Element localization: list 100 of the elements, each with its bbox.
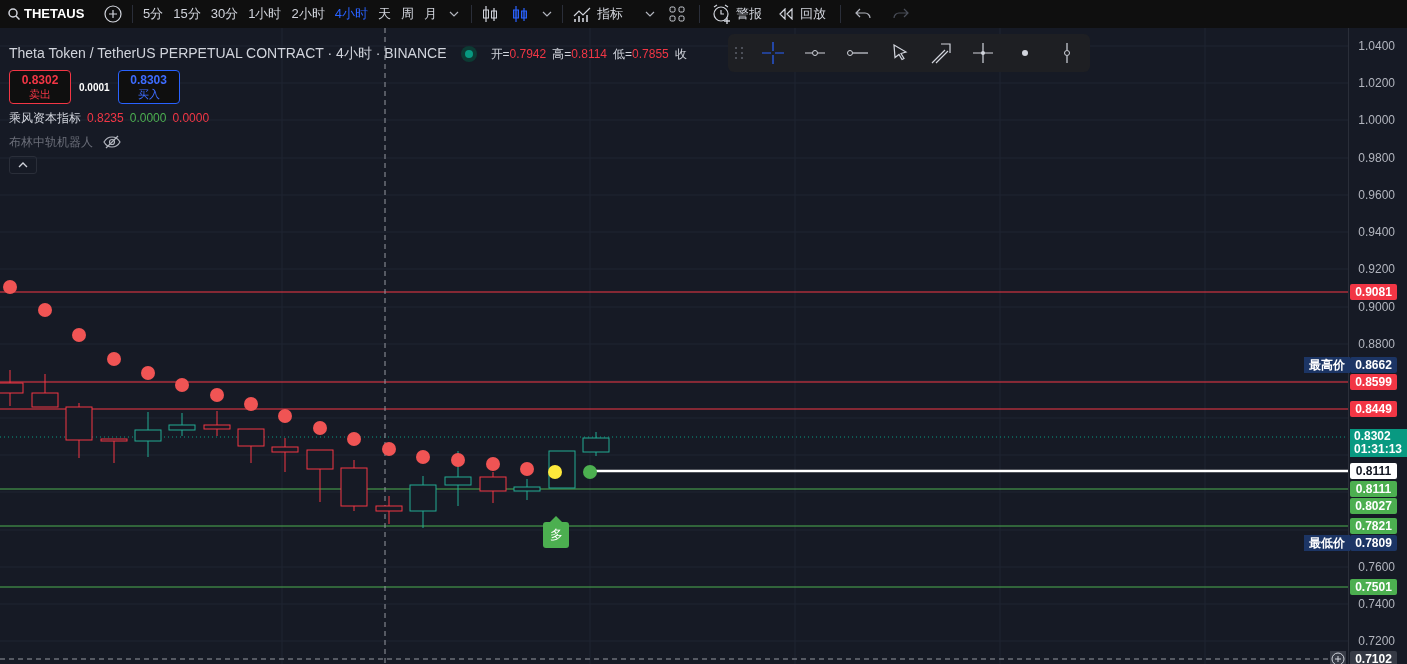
indicator-dot	[141, 366, 155, 380]
candle	[271, 437, 299, 473]
indicator-value: 0.0000	[172, 110, 210, 127]
chevron-down-icon[interactable]	[644, 11, 655, 17]
axis-tick-label: 0.7400	[1358, 597, 1395, 611]
candle	[65, 402, 93, 459]
ohlc-value: 0.7855	[632, 45, 669, 63]
buy-button[interactable]: 0.8303 买入	[117, 70, 180, 104]
indicator-dot	[347, 432, 361, 446]
price-label: 0.9081	[1350, 284, 1397, 300]
axis-tick-label: 0.9600	[1358, 188, 1395, 202]
price-label: 0.8449	[1350, 401, 1397, 417]
ohlc-label: 高=	[552, 45, 572, 63]
interval-tab[interactable]: 周	[400, 4, 414, 24]
eye-off-icon[interactable]	[103, 135, 121, 149]
grid-icon[interactable]	[668, 6, 685, 22]
axis-tick-label: 0.8800	[1358, 337, 1395, 351]
ohlc-value: 0.8114	[571, 45, 608, 63]
axis-tick-label: 0.9400	[1358, 225, 1395, 239]
axis-tick-label: 0.9200	[1358, 262, 1395, 276]
candles-icon[interactable]	[481, 5, 498, 23]
price-label: 0.7102	[1350, 651, 1397, 664]
price-caption: 最高价	[1304, 357, 1350, 373]
interval-tab[interactable]: 1小时	[248, 4, 282, 24]
axis-tick-label: 1.0000	[1358, 113, 1395, 127]
rewind-icon	[777, 8, 794, 20]
indicator-dot	[382, 442, 396, 456]
axis-tick-label: 0.7200	[1358, 634, 1395, 648]
interval-tab[interactable]: 5分	[143, 4, 164, 24]
indicator-dot	[520, 462, 534, 476]
alert-button[interactable]: 警报	[711, 4, 762, 24]
indicator-dot	[175, 378, 189, 392]
price-label: 0.8027	[1350, 498, 1397, 514]
signal-dot	[548, 465, 562, 479]
price-label: 0.8111	[1350, 481, 1397, 497]
interval-tab[interactable]: 15分	[173, 4, 201, 24]
indicator-name[interactable]: 乘风资本指标	[9, 109, 81, 127]
indicators-button[interactable]: 指标	[572, 4, 623, 24]
alarm-clock-icon	[711, 4, 732, 24]
axis-tick-label: 1.0400	[1358, 39, 1395, 53]
chevron-up-icon	[18, 162, 28, 168]
indicator-dot	[416, 450, 430, 464]
spread-value: 0.0001	[79, 80, 110, 95]
interval-tab[interactable]: 4小时	[334, 4, 368, 24]
chevron-down-icon[interactable]	[541, 11, 552, 17]
candle	[237, 428, 265, 464]
symbol-name[interactable]: THETAUS	[24, 4, 85, 24]
candle	[513, 478, 541, 501]
chart-line-icon	[572, 5, 591, 23]
axis-tick-label: 1.0200	[1358, 76, 1395, 90]
ohlc-label: 低=	[613, 45, 633, 63]
price-label: 0.8662	[1350, 357, 1397, 373]
candle	[409, 475, 437, 529]
indicator-dot	[72, 328, 86, 342]
indicator-dot	[451, 453, 465, 467]
interval-tab[interactable]: 天	[377, 4, 391, 24]
price-label: 0.8599	[1350, 374, 1397, 390]
indicator-value: 0.8235	[87, 110, 124, 127]
drag-handle-icon[interactable]	[734, 46, 744, 60]
search-icon[interactable]	[8, 8, 20, 20]
candle	[479, 471, 507, 504]
candle	[306, 449, 334, 503]
indicator-dot	[244, 397, 258, 411]
last-price-label: 0.8302 01:31:13	[1350, 429, 1407, 457]
candle	[0, 369, 24, 407]
candle	[444, 450, 472, 507]
indicator-value: 0.0000	[129, 110, 167, 127]
axis-tick-label: 0.9000	[1358, 300, 1395, 314]
indicator-dot	[107, 352, 121, 366]
price-caption: 最低价	[1304, 535, 1350, 551]
chevron-down-icon[interactable]	[448, 11, 459, 17]
chart-title: Theta Token / TetherUS PERPETUAL CONTRACT · 4小时 · BINANCE	[9, 44, 447, 63]
interval-tab[interactable]: 月	[423, 4, 437, 24]
ohlc-label: 开=	[490, 45, 510, 63]
ohlc-label: 收	[674, 45, 687, 63]
interval-tab[interactable]: 30分	[210, 4, 239, 24]
undo-icon[interactable]	[854, 8, 871, 20]
indicator-dot	[3, 280, 17, 294]
axis-tick-label: 0.7600	[1358, 560, 1395, 574]
replay-button[interactable]: 回放	[777, 4, 826, 24]
collapse-button[interactable]	[9, 156, 37, 174]
add-symbol-icon[interactable]	[104, 5, 122, 23]
candle	[168, 412, 196, 437]
candle	[203, 410, 231, 437]
indicator-dot	[486, 457, 500, 471]
ohlc-value: 0.7942	[509, 45, 547, 63]
candle	[340, 459, 368, 512]
candle	[582, 431, 610, 457]
indicator-dot	[210, 388, 224, 402]
candle	[100, 438, 128, 464]
candle	[134, 411, 162, 458]
axis-tick-label: 0.9800	[1358, 151, 1395, 165]
add-icon[interactable]	[1330, 651, 1346, 664]
sell-button[interactable]: 0.8302 卖出	[9, 70, 71, 104]
price-label: 0.8111	[1350, 463, 1397, 479]
price-label: 0.7821	[1350, 518, 1397, 534]
cross-dot-icon[interactable]	[970, 40, 996, 66]
signal-dot	[583, 465, 597, 479]
interval-tab[interactable]: 2小时	[291, 4, 325, 24]
price-label: 0.7809	[1350, 535, 1397, 551]
